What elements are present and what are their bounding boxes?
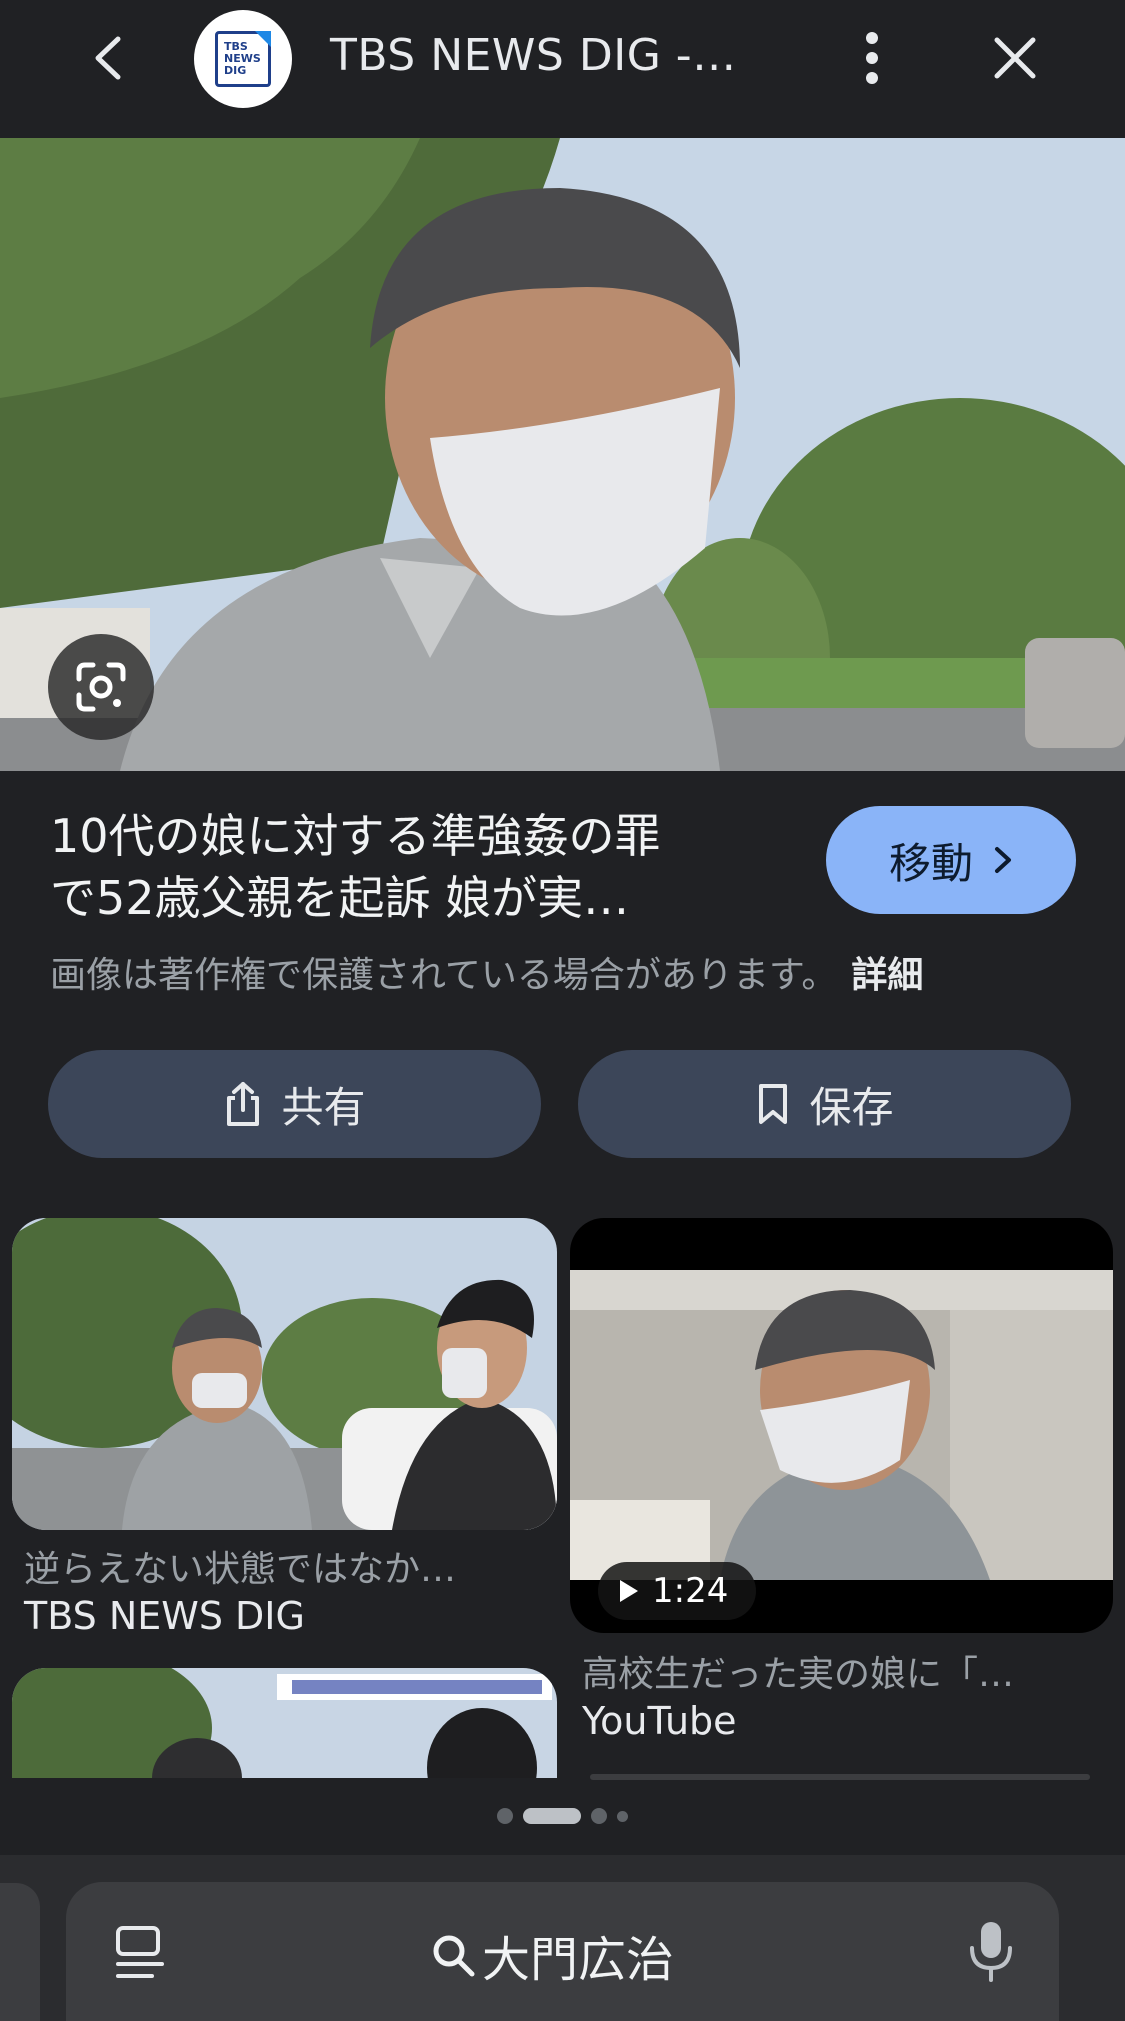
search-query-text: 大門広治 — [482, 1932, 675, 1988]
related-source-2[interactable]: YouTube — [582, 1699, 737, 1743]
share-label: 共有 — [281, 1082, 366, 1132]
close-icon — [994, 37, 1036, 79]
thumbnail-photo — [12, 1218, 557, 1530]
close-button[interactable] — [985, 28, 1045, 88]
video-duration-badge: 1:24 — [598, 1562, 756, 1620]
detail-link[interactable]: 詳細 — [851, 955, 923, 996]
chevron-left-icon — [95, 36, 121, 80]
visit-button[interactable]: 移動 — [826, 806, 1076, 914]
voice-search-button[interactable] — [966, 1918, 1016, 1984]
page-title: TBS NEWS DIG -… — [330, 30, 737, 81]
tabs-button[interactable] — [110, 1922, 170, 1982]
thumbnail-photo-partial — [12, 1668, 557, 1778]
share-icon — [227, 1082, 260, 1126]
more-vert-icon — [866, 32, 878, 84]
related-image-1[interactable] — [12, 1218, 557, 1530]
visit-label: 移動 — [888, 838, 973, 888]
search-icon — [433, 1935, 475, 1977]
lens-search-button[interactable] — [48, 634, 154, 740]
pager-dot — [591, 1808, 607, 1824]
pager-dot-active — [523, 1808, 581, 1824]
share-button[interactable]: 共有 — [48, 1050, 541, 1158]
related-card-4-edge — [590, 1774, 1090, 1780]
related-caption-1[interactable]: 逆らえない状態ではなか… — [24, 1540, 456, 1592]
site-logo: TBS NEWS DIG — [194, 10, 292, 108]
microphone-icon — [970, 1922, 1012, 1982]
hero-photo — [0, 138, 1125, 771]
carousel-pager — [0, 1808, 1125, 1824]
pager-dot — [497, 1808, 513, 1824]
search-query[interactable]: 大門広治 — [430, 1920, 674, 1990]
headline-line-2: で52歳父親を起訴 娘が実… — [50, 871, 630, 925]
related-image-3[interactable] — [12, 1668, 557, 1778]
headline-line-1: 10代の娘に対する準強姦の罪 — [50, 809, 661, 863]
google-lens-icon — [76, 662, 126, 712]
more-options-button[interactable] — [850, 28, 894, 88]
save-label: 保存 — [809, 1082, 894, 1132]
copyright-text: 画像は著作権で保護されている場合があります。 — [50, 955, 838, 996]
related-caption-2[interactable]: 高校生だった実の娘に「… — [582, 1645, 1014, 1697]
hero-image[interactable] — [0, 138, 1125, 771]
previous-tab-edge[interactable] — [0, 1883, 40, 2021]
play-icon — [620, 1580, 638, 1602]
image-headline[interactable]: 10代の娘に対する準強姦の罪 で52歳父親を起訴 娘が実… — [50, 805, 790, 929]
tabs-list-icon — [116, 1926, 164, 1978]
duration-text: 1:24 — [652, 1571, 729, 1611]
back-button[interactable] — [78, 28, 138, 88]
save-button[interactable]: 保存 — [578, 1050, 1071, 1158]
copyright-notice: 画像は著作権で保護されている場合があります。 詳細 — [50, 946, 923, 998]
chevron-right-icon — [995, 847, 1011, 873]
related-source-1[interactable]: TBS NEWS DIG — [24, 1594, 305, 1638]
pager-dot — [617, 1810, 628, 1822]
bookmark-icon — [759, 1084, 788, 1124]
